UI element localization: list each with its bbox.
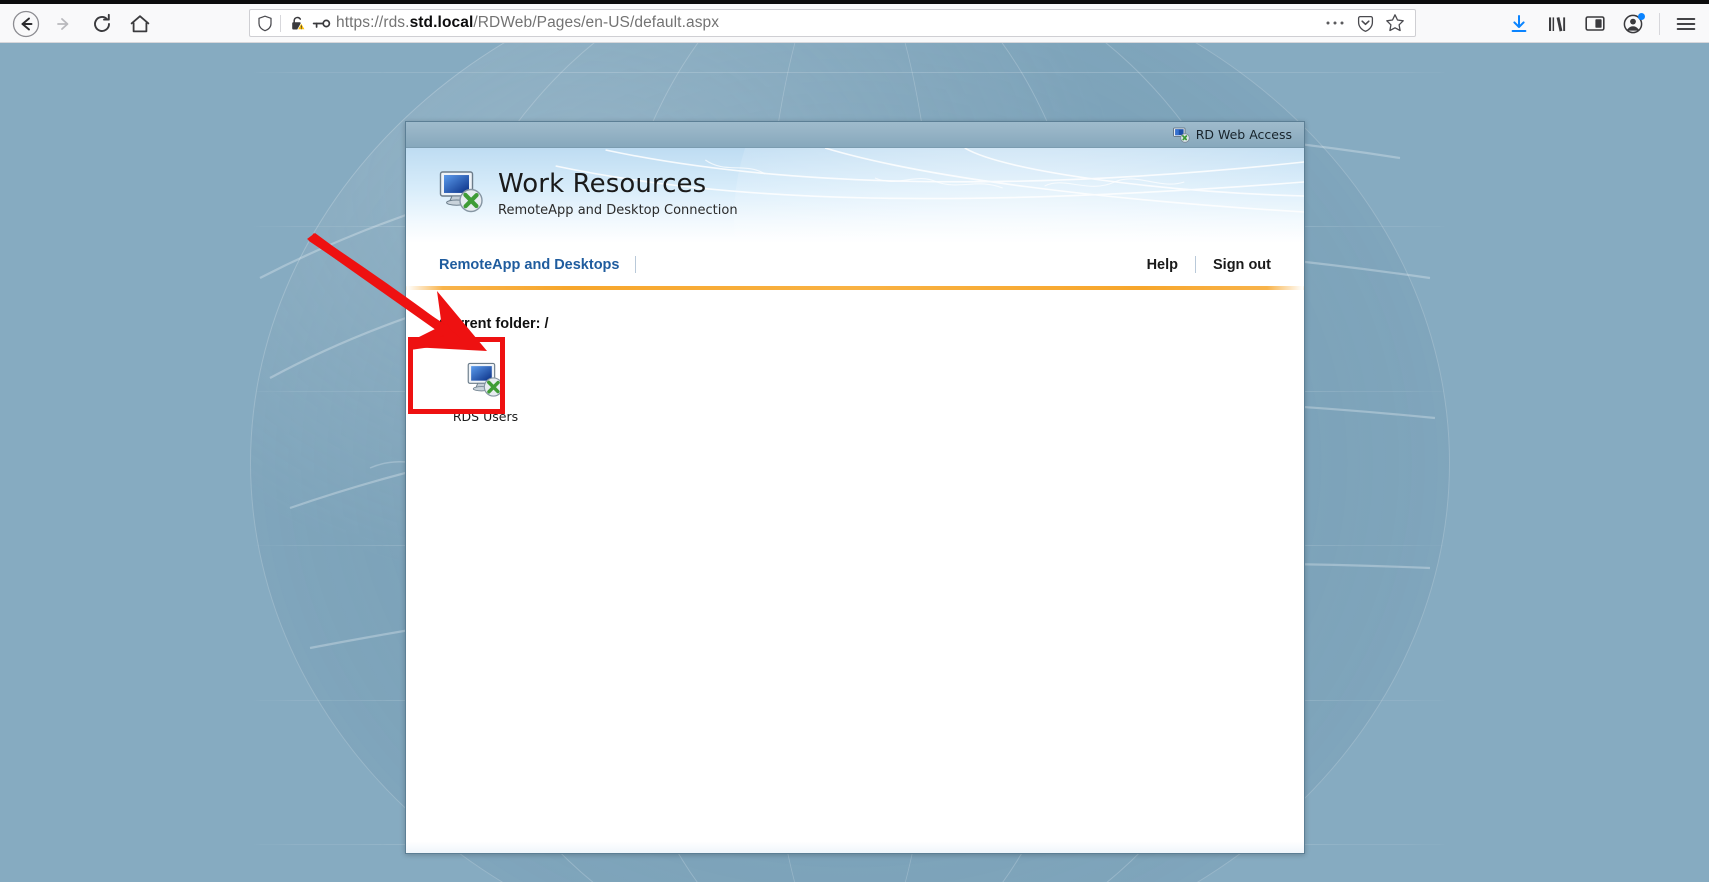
nav-separator-right [1195, 256, 1196, 273]
tracking-protection-shield-icon[interactable] [250, 15, 280, 32]
browser-right-icons [1502, 4, 1703, 43]
navigation-buttons [0, 4, 158, 43]
urlbar-actions [1321, 10, 1415, 36]
current-folder-label: Current folder: / [439, 316, 1271, 332]
url-scheme: https:// [336, 14, 383, 31]
help-link[interactable]: Help [1147, 257, 1178, 273]
sidebar-panel-icon[interactable] [1578, 7, 1612, 41]
browser-tabstrip-edge [0, 0, 1709, 4]
url-host-main: std.local [410, 14, 474, 31]
toolbar-divider [1659, 13, 1660, 35]
rdweb-content: Current folder: / [406, 290, 1304, 854]
url-path: /RDWeb/Pages/en-US/default.aspx [473, 14, 719, 31]
tab-remoteapp-and-desktops[interactable]: RemoteApp and Desktops [439, 257, 619, 273]
reload-button[interactable] [84, 7, 120, 41]
account-avatar-icon[interactable] [1616, 7, 1650, 41]
sign-out-link[interactable]: Sign out [1213, 257, 1271, 273]
page-subtitle: RemoteApp and Desktop Connection [498, 203, 738, 218]
forward-button[interactable] [46, 7, 82, 41]
insecure-lock-warning-icon[interactable] [284, 15, 310, 32]
urlbar-separator [280, 15, 281, 32]
remote-desktop-monitor-icon [467, 361, 505, 399]
pocket-save-icon[interactable] [1351, 10, 1379, 36]
rdweb-footer: Windows Server® 2019 Microsoft [406, 829, 1304, 854]
back-button[interactable] [8, 7, 44, 41]
rd-web-access-icon [1173, 127, 1190, 143]
page-title: Work Resources [498, 171, 738, 198]
star-bookmark-icon[interactable] [1381, 10, 1409, 36]
app-tile-label: RDS Users [453, 409, 518, 424]
rdweb-navbar: RemoteApp and Desktops Help Sign out [406, 243, 1304, 286]
app-tile-rds-users[interactable]: RDS Users [439, 349, 532, 433]
browser-toolbar: https://rds.std.local/RDWeb/Pages/en-US/… [0, 0, 1709, 43]
address-bar[interactable]: https://rds.std.local/RDWeb/Pages/en-US/… [249, 9, 1416, 37]
brand-block: Work Resources RemoteApp and Desktop Con… [439, 169, 738, 218]
app-grid: RDS Users [439, 349, 1271, 433]
downloads-arrow-icon[interactable] [1502, 7, 1536, 41]
rdweb-page: RD Web Access [405, 121, 1305, 854]
page-background: RD Web Access [0, 43, 1709, 882]
library-icon[interactable] [1540, 7, 1574, 41]
ellipsis-icon[interactable] [1321, 10, 1349, 36]
url-host-sub: rds. [383, 14, 409, 31]
home-button[interactable] [122, 7, 158, 41]
remote-desktop-monitor-icon [439, 169, 485, 215]
rdweb-banner: Work Resources RemoteApp and Desktop Con… [406, 148, 1304, 243]
nav-separator [635, 256, 636, 273]
rdweb-titlebar: RD Web Access [406, 122, 1304, 148]
account-notification-badge [1638, 13, 1645, 20]
url-text[interactable]: https://rds.std.local/RDWeb/Pages/en-US/… [332, 14, 1321, 32]
hamburger-menu-icon[interactable] [1669, 7, 1703, 41]
saved-login-key-icon[interactable] [310, 17, 332, 30]
rdweb-titlebar-label: RD Web Access [1196, 127, 1292, 142]
